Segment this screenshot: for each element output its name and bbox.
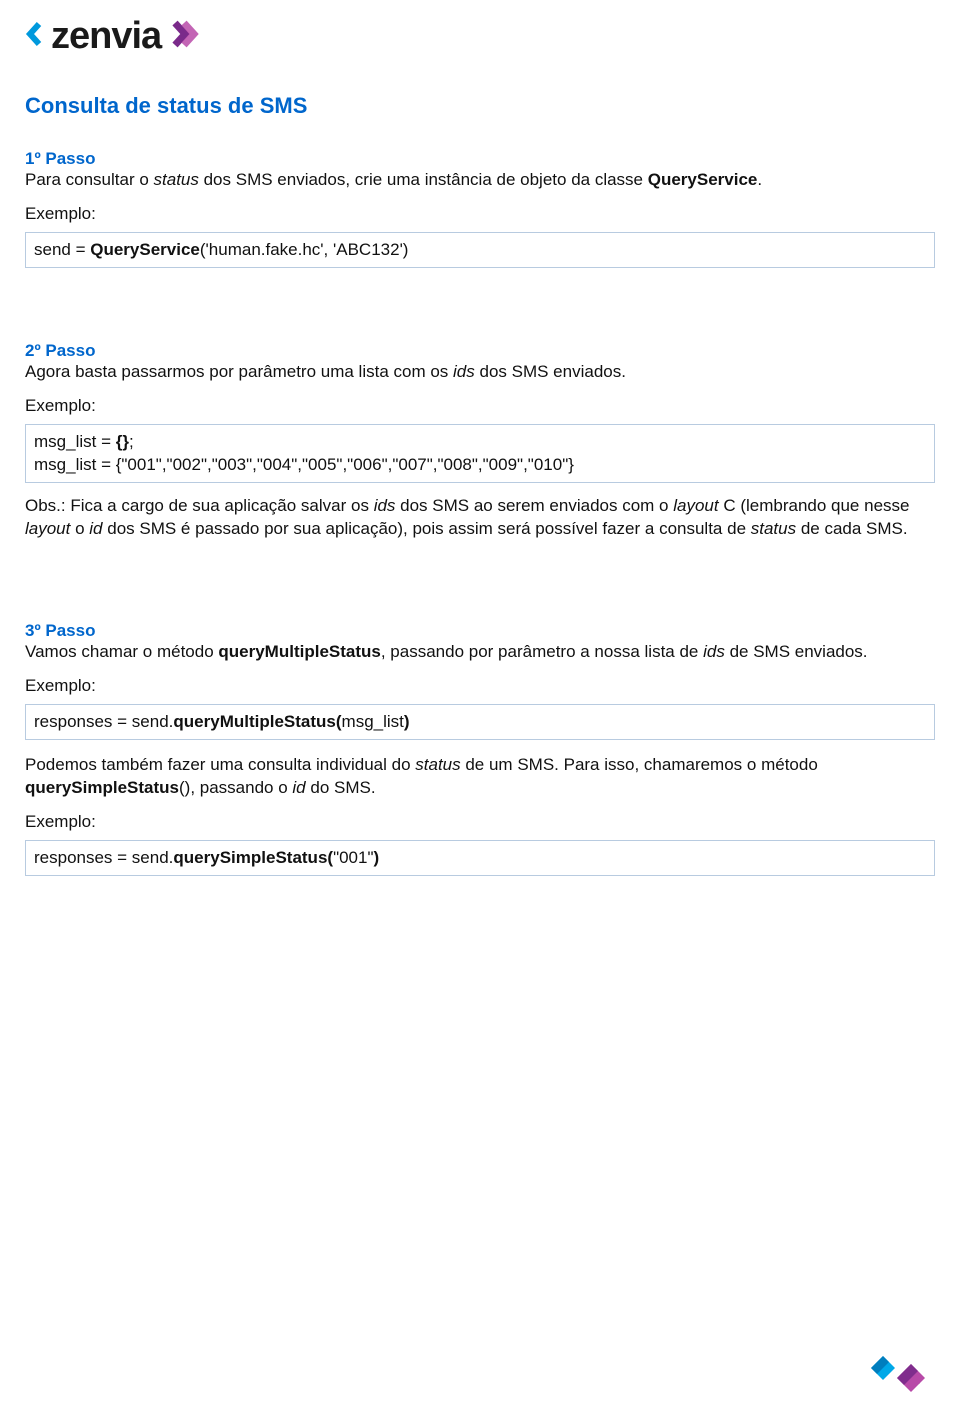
section-title: Consulta de status de SMS: [25, 93, 935, 119]
step-2-obs: Obs.: Fica a cargo de sua aplicação salv…: [25, 495, 935, 541]
logo-text: zenvia: [51, 15, 161, 58]
step-1-text: Para consultar o status dos SMS enviados…: [25, 169, 935, 192]
step-3-label: 3º Passo: [25, 621, 935, 641]
example-label: Exemplo:: [25, 204, 935, 224]
step-3-text-2: Podemos também fazer uma consulta indivi…: [25, 754, 935, 800]
example-label: Exemplo:: [25, 676, 935, 696]
code-box-3: responses = send.queryMultipleStatus(msg…: [25, 704, 935, 740]
code-box-2: msg_list = {}; msg_list = {"001","002","…: [25, 424, 935, 484]
document-page: zenvia Consulta de status de SMS 1º Pass…: [0, 0, 960, 1425]
code-box-1: send = QueryService('human.fake.hc', 'AB…: [25, 232, 935, 268]
code-box-4: responses = send.querySimpleStatus("001"…: [25, 840, 935, 876]
logo: zenvia: [25, 15, 935, 58]
step-1-label: 1º Passo: [25, 149, 935, 169]
example-label: Exemplo:: [25, 396, 935, 416]
step-2-text: Agora basta passarmos por parâmetro uma …: [25, 361, 935, 384]
example-label: Exemplo:: [25, 812, 935, 832]
chevron-left-icon: [25, 21, 45, 52]
footer-gems-icon: [865, 1350, 935, 1405]
step-3-text-1: Vamos chamar o método queryMultipleStatu…: [25, 641, 935, 664]
step-2-label: 2º Passo: [25, 341, 935, 361]
chevron-right-icon: [171, 19, 199, 54]
